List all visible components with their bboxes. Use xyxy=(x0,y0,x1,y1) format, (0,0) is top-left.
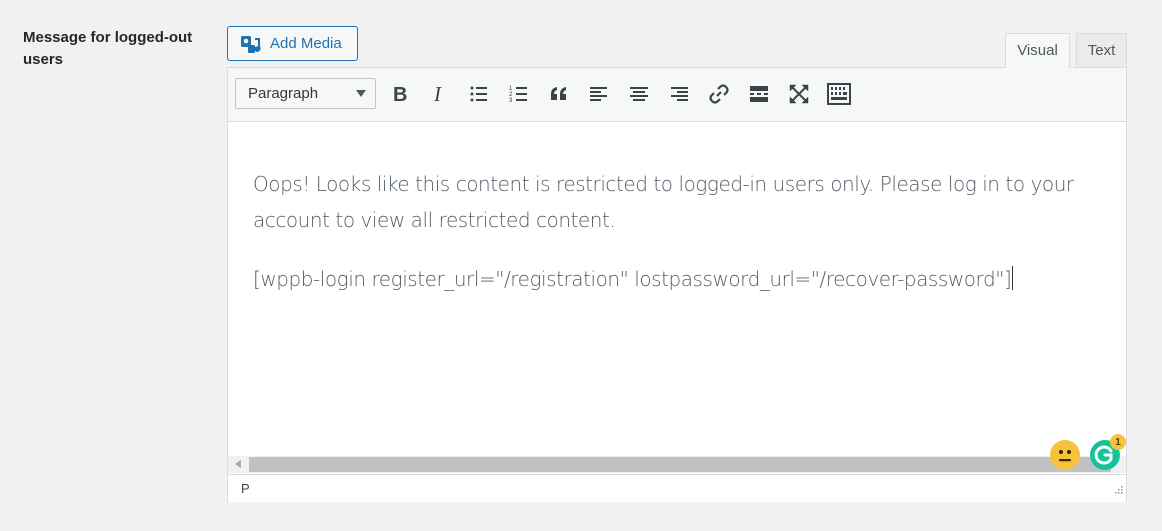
text-cursor xyxy=(1012,266,1014,290)
toolbar-toggle-button[interactable] xyxy=(824,80,854,108)
svg-text:3: 3 xyxy=(509,98,513,104)
read-more-button[interactable] xyxy=(744,80,774,108)
format-select[interactable]: Paragraph xyxy=(235,78,376,109)
blockquote-button[interactable] xyxy=(544,80,574,108)
element-path[interactable]: P xyxy=(241,481,250,496)
fullscreen-icon xyxy=(789,84,809,104)
read-more-icon xyxy=(750,86,768,102)
horizontal-scrollbar[interactable] xyxy=(228,456,1126,473)
content-shortcode-text: [wppb-login register_url="/registration"… xyxy=(253,267,1012,291)
italic-icon: I xyxy=(433,84,442,104)
bulleted-list-button[interactable] xyxy=(464,80,494,108)
tab-text[interactable]: Text xyxy=(1076,33,1127,68)
align-right-icon xyxy=(671,87,688,101)
svg-text:B: B xyxy=(393,84,407,104)
tab-visual[interactable]: Visual xyxy=(1005,33,1070,68)
numbered-list-button[interactable]: 123 xyxy=(504,80,534,108)
align-center-button[interactable] xyxy=(624,80,654,108)
insert-link-button[interactable] xyxy=(704,80,734,108)
neutral-face-icon[interactable] xyxy=(1050,440,1080,470)
format-select-value: Paragraph xyxy=(248,85,319,102)
content-paragraph: Oops! Looks like this content is restric… xyxy=(253,172,1074,232)
align-center-icon xyxy=(630,87,648,101)
link-icon xyxy=(709,84,729,104)
align-left-button[interactable] xyxy=(584,80,614,108)
add-media-button[interactable]: Add Media xyxy=(227,26,358,61)
numbered-list-icon: 123 xyxy=(509,86,527,104)
bulleted-list-icon xyxy=(470,86,487,102)
keyboard-icon xyxy=(827,83,851,105)
scrollbar-thumb[interactable] xyxy=(249,457,1111,472)
fullscreen-button[interactable] xyxy=(784,80,814,108)
align-left-icon xyxy=(590,87,607,101)
italic-button[interactable]: I xyxy=(424,80,454,108)
bold-icon: B xyxy=(393,84,407,104)
add-media-label: Add Media xyxy=(270,35,342,52)
editor-toolbar: Paragraph B I 123 xyxy=(228,68,1126,122)
chevron-down-icon xyxy=(356,90,366,97)
quote-icon xyxy=(551,87,566,100)
scroll-left-icon[interactable] xyxy=(235,460,241,468)
grammarly-badge: 1 xyxy=(1110,434,1126,450)
content-shortcode: [wppb-login register_url="/registration"… xyxy=(253,261,1113,297)
svg-text:I: I xyxy=(433,84,442,104)
media-icon xyxy=(240,34,262,54)
bold-button[interactable]: B xyxy=(384,80,414,108)
resize-handle-icon[interactable] xyxy=(1113,481,1123,499)
field-label: Message for logged-out users xyxy=(23,29,193,68)
align-right-button[interactable] xyxy=(664,80,694,108)
editor: Paragraph B I 123 Oops! Looks like this … xyxy=(227,67,1127,502)
editor-statusbar: P xyxy=(228,474,1126,502)
editor-content[interactable]: Oops! Looks like this content is restric… xyxy=(253,166,1113,320)
